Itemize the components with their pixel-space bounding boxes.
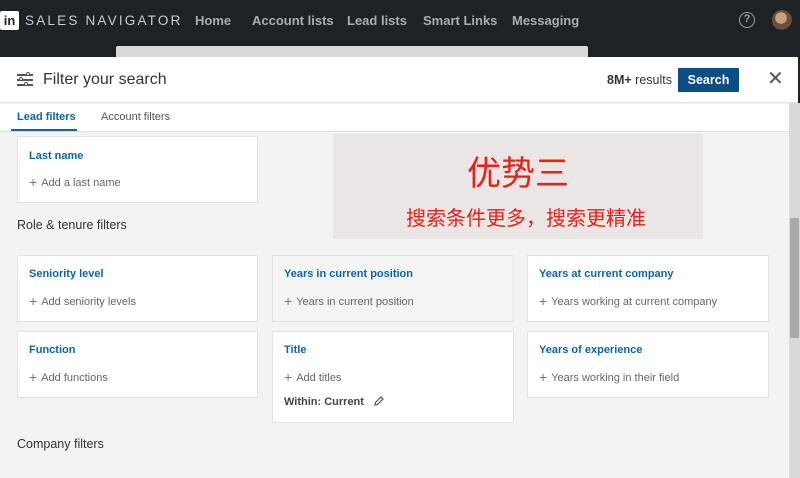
plus-icon: + [29, 369, 38, 385]
card-add-label: Add a last name [41, 177, 121, 189]
nav-smart-links[interactable]: Smart Links [423, 13, 497, 28]
annotation-overlay: 优势三 搜索条件更多，搜索更精准 [333, 134, 703, 239]
brand-name: SALES NAVIGATOR [25, 13, 183, 28]
nav-account-lists[interactable]: Account lists [252, 13, 334, 28]
search-button[interactable]: Search [678, 68, 739, 92]
linkedin-logo[interactable]: in [0, 11, 19, 30]
results-number: 8M+ [607, 73, 632, 87]
help-icon[interactable]: ? [739, 12, 755, 28]
title-card[interactable]: Title + Add titles Within: Current [272, 331, 514, 423]
plus-icon: + [539, 369, 548, 385]
title-scope: Within: Current [284, 396, 364, 408]
add-years-of-experience[interactable]: + Years working in their field [539, 369, 679, 385]
card-add-label: Years working at current company [551, 296, 718, 308]
card-add-label: Add titles [296, 372, 342, 384]
last-name-card[interactable]: Last name + Add a last name [17, 136, 258, 203]
card-title: Last name [29, 150, 84, 162]
function-card[interactable]: Function + Add functions [17, 331, 258, 398]
plus-icon: + [539, 293, 548, 309]
card-add-label: Years working in their field [551, 372, 680, 384]
card-title: Seniority level [29, 268, 104, 280]
results-label: results [635, 73, 672, 87]
close-icon[interactable]: ✕ [767, 69, 784, 89]
top-nav: in SALES NAVIGATOR Home Account lists Le… [0, 0, 800, 42]
company-section-label: Company filters [17, 437, 104, 451]
add-years-at-company[interactable]: + Years working at current company [539, 293, 717, 309]
nav-home[interactable]: Home [195, 13, 231, 28]
add-seniority-levels[interactable]: + Add seniority levels [29, 293, 136, 309]
modal-scrollbar[interactable] [789, 103, 800, 478]
active-tab-indicator [11, 129, 77, 131]
add-years-in-position[interactable]: + Years in current position [284, 293, 414, 309]
years-at-company-card[interactable]: Years at current company + Years working … [527, 255, 769, 322]
plus-icon: + [284, 293, 293, 309]
card-add-label: Years in current position [296, 296, 414, 308]
add-functions[interactable]: + Add functions [29, 369, 108, 385]
card-title: Years at current company [539, 268, 674, 280]
scrollbar-thumb[interactable] [790, 218, 799, 338]
years-in-position-card[interactable]: Years in current position + Years in curr… [272, 255, 514, 322]
pencil-icon[interactable] [373, 395, 385, 407]
seniority-level-card[interactable]: Seniority level + Add seniority levels [17, 255, 258, 322]
card-title: Years in current position [284, 268, 413, 280]
nav-messaging[interactable]: Messaging [512, 13, 579, 28]
card-title: Years of experience [539, 344, 643, 356]
card-add-label: Add seniority levels [41, 296, 136, 308]
plus-icon: + [29, 293, 38, 309]
years-of-experience-card[interactable]: Years of experience + Years working in th… [527, 331, 769, 398]
plus-icon: + [284, 369, 293, 385]
avatar[interactable] [772, 10, 792, 30]
results-count: 8M+ results [607, 73, 672, 87]
card-title: Title [284, 344, 307, 356]
modal-header: Filter your search 8M+ results Search ✕ [0, 57, 798, 103]
plus-icon: + [29, 174, 38, 190]
filter-modal: Filter your search 8M+ results Search ✕ … [0, 57, 798, 478]
tab-lead-filters[interactable]: Lead filters [17, 111, 76, 123]
modal-title: Filter your search [43, 71, 167, 88]
annotation-subtitle: 搜索条件更多，搜索更精准 [406, 208, 646, 230]
annotation-title: 优势三 [467, 155, 569, 193]
role-tenure-section-label: Role & tenure filters [17, 218, 127, 232]
add-last-name[interactable]: + Add a last name [29, 174, 121, 190]
filter-sliders-icon [17, 71, 33, 86]
tab-account-filters[interactable]: Account filters [101, 111, 170, 123]
nav-lead-lists[interactable]: Lead lists [347, 13, 407, 28]
add-titles[interactable]: + Add titles [284, 369, 341, 385]
filter-tabs: Lead filters Account filters [0, 104, 798, 132]
card-title: Function [29, 344, 76, 356]
card-add-label: Add functions [41, 372, 108, 384]
